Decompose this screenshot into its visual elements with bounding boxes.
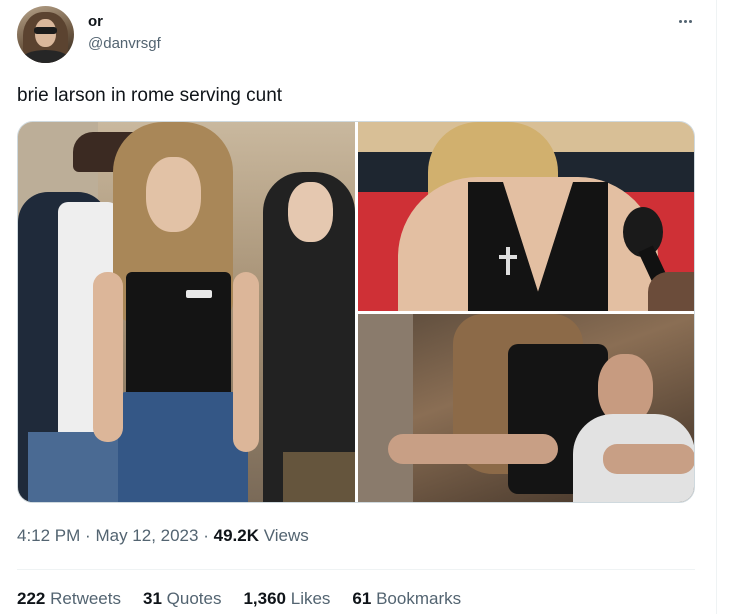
tweet-date[interactable]: May 12, 2023 (95, 526, 198, 545)
bookmarks-label: Bookmarks (376, 589, 462, 608)
tweet-time[interactable]: 4:12 PM (17, 526, 80, 545)
tweet-meta: 4:12 PM · May 12, 2023 · 49.2K Views (17, 526, 309, 546)
divider (17, 569, 695, 570)
timeline-border (716, 0, 717, 614)
quotes-stat[interactable]: 31 Quotes (143, 589, 221, 609)
retweets-label: Retweets (50, 589, 121, 608)
author-display-name[interactable]: or (88, 13, 103, 30)
engagement-stats: 222 Retweets 31 Quotes 1,360 Likes 61 Bo… (17, 589, 461, 609)
bookmarks-count: 61 (352, 589, 372, 608)
author-handle[interactable]: @danvrsgf (88, 35, 161, 52)
meta-separator: · (85, 526, 91, 545)
likes-label: Likes (290, 589, 331, 608)
likes-stat[interactable]: 1,360 Likes (243, 589, 330, 609)
quotes-count: 31 (142, 589, 162, 608)
views-count: 49.2K (213, 526, 259, 545)
likes-count: 1,360 (243, 589, 286, 608)
media-grid (17, 121, 695, 503)
tweet-text: brie larson in rome serving cunt (17, 85, 283, 106)
retweets-stat[interactable]: 222 Retweets (17, 589, 121, 609)
bookmarks-stat[interactable]: 61 Bookmarks (352, 589, 461, 609)
meta-separator: · (203, 526, 209, 545)
views-label: Views (263, 526, 309, 545)
tweet-photo-1[interactable] (18, 122, 355, 502)
quotes-label: Quotes (166, 589, 222, 608)
retweets-count: 222 (17, 589, 46, 608)
tweet-photo-3[interactable] (358, 314, 694, 502)
more-horizontal-icon[interactable] (674, 10, 696, 32)
tweet-photo-2[interactable] (358, 122, 694, 311)
avatar[interactable] (17, 6, 74, 63)
